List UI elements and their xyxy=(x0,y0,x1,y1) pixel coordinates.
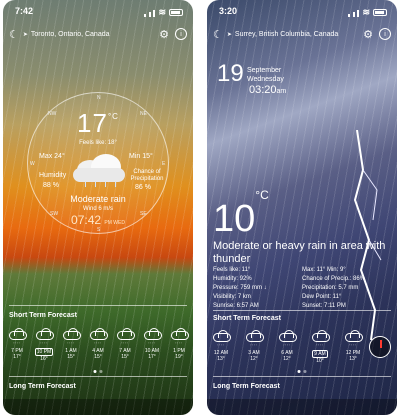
hourly-cell[interactable]: '''' 1 AM 15° xyxy=(61,328,81,362)
clock-display: 03:20am xyxy=(249,84,287,96)
moon-icon[interactable]: ☾ xyxy=(213,28,223,41)
status-icons: ≋ xyxy=(144,6,183,18)
divider xyxy=(213,310,391,311)
battery-icon xyxy=(169,8,183,16)
divider xyxy=(213,376,391,377)
cloud-icon xyxy=(171,328,189,340)
hourly-forecast-row[interactable]: '''' 7 PM 17° '''' 10 PM 16° '''' 1 AM 15° '''… xyxy=(7,328,189,362)
hourly-forecast-row[interactable]: '''' 12 AM 13° '''' 3 AM 12° '''' 6 AM 12° '''… xyxy=(211,330,363,364)
hourly-cell[interactable]: '''' 7 AM 15° xyxy=(115,328,135,362)
settings-icon[interactable]: ⚙ xyxy=(159,28,169,41)
hourly-cell[interactable]: '''' 3 AM 12° xyxy=(244,330,264,364)
hourly-cell[interactable]: '''' 7 PM 17° xyxy=(7,328,27,362)
current-temp: 10°C xyxy=(213,188,269,240)
location-pin-icon: ➤ xyxy=(226,31,232,38)
hourly-cell[interactable]: '''' 6 AM 12° xyxy=(277,330,297,364)
day-number: 19 xyxy=(217,60,244,87)
min-temp: Min 15° xyxy=(129,153,153,160)
top-bar: ☾ ➤ Toronto, Ontario, Canada ⚙ i xyxy=(9,26,187,42)
compass-w: W xyxy=(30,161,35,167)
cloud-icon xyxy=(246,330,264,342)
wind-text: Wind 6 m/s xyxy=(82,206,113,212)
max-temp: Max 24° xyxy=(39,153,65,160)
cloud-icon xyxy=(9,328,27,340)
compass-e: E xyxy=(162,161,166,167)
short-term-title: Short Term Forecast xyxy=(9,312,77,319)
precip-label: Chance of Precipitation xyxy=(130,169,164,182)
cloud-icon xyxy=(36,328,54,340)
battery-icon xyxy=(373,8,387,16)
hourly-cell[interactable]: '''' 12 PM 13° xyxy=(343,330,363,364)
location-pin-icon: ➤ xyxy=(22,31,28,38)
hourly-cell[interactable]: '''' 12 AM 13° xyxy=(211,330,231,364)
humidity-label: Humidity xyxy=(39,172,67,179)
compass-n: N xyxy=(97,95,101,101)
status-time: 7:42 xyxy=(15,6,34,16)
clock-display: 07:42 PM WED xyxy=(71,213,125,227)
cloud-icon xyxy=(279,330,297,342)
cloud-icon xyxy=(117,328,135,340)
condition-text: Moderate rain xyxy=(70,194,126,204)
info-icon[interactable]: i xyxy=(175,28,187,40)
signal-icon xyxy=(144,7,156,17)
cloud-icon xyxy=(144,328,162,340)
phone-screen-surrey: 3:20 ≋ ☾ ➤ Surrey, British Columbia, Can… xyxy=(207,0,397,415)
settings-icon[interactable]: ⚙ xyxy=(363,28,373,41)
compass-s: S xyxy=(97,227,101,233)
info-icon[interactable]: i xyxy=(379,28,391,40)
long-term-strip[interactable] xyxy=(3,399,193,415)
cloud-icon xyxy=(345,330,363,342)
cloud-icon xyxy=(213,330,231,342)
status-bar: 3:20 ≋ xyxy=(219,6,387,18)
current-temp: 17°C xyxy=(77,108,119,138)
rain-cloud-icon xyxy=(71,152,127,188)
status-bar: 7:42 ≋ xyxy=(15,6,183,18)
date-text: September Wednesday xyxy=(247,67,284,83)
page-indicator[interactable] xyxy=(93,370,103,373)
divider xyxy=(9,305,187,306)
feels-like: Feels like: 18° xyxy=(79,140,117,146)
long-term-title: Long Term Forecast xyxy=(9,383,76,390)
status-icons: ≋ xyxy=(348,6,387,18)
location-label[interactable]: Surrey, British Columbia, Canada xyxy=(235,31,363,38)
cloud-icon xyxy=(90,328,108,340)
short-term-title: Short Term Forecast xyxy=(213,315,281,322)
condition-text: Moderate or heavy rain in area with thun… xyxy=(213,240,386,265)
wifi-icon: ≋ xyxy=(362,6,370,17)
top-bar: ☾ ➤ Surrey, British Columbia, Canada ⚙ i xyxy=(213,26,391,42)
signal-icon xyxy=(348,7,360,17)
phone-screen-toronto: 7:42 ≋ ☾ ➤ Toronto, Ontario, Canada ⚙ i … xyxy=(3,0,193,415)
page-indicator[interactable] xyxy=(297,370,307,373)
hourly-cell[interactable]: '''' 10 PM 16° xyxy=(34,328,54,362)
divider xyxy=(9,376,187,377)
hourly-cell[interactable]: '''' 1 PM 19° xyxy=(169,328,189,362)
hourly-cell[interactable]: '''' 4 AM 15° xyxy=(88,328,108,362)
humidity-value: 88 % xyxy=(43,182,59,189)
compass-icon[interactable] xyxy=(369,336,391,358)
status-time: 3:20 xyxy=(219,6,238,16)
cloud-icon xyxy=(312,330,330,342)
cloud-icon xyxy=(63,328,81,340)
weather-stats: Feels like: 11° Max: 11° Min: 9° Humidity… xyxy=(213,267,366,309)
hourly-cell[interactable]: '''' 9 AM 10° xyxy=(310,330,330,364)
moon-icon[interactable]: ☾ xyxy=(9,28,19,41)
wifi-icon: ≋ xyxy=(158,6,166,17)
precip-value: 86 % xyxy=(135,184,151,191)
long-term-title: Long Term Forecast xyxy=(213,383,280,390)
location-label[interactable]: Toronto, Ontario, Canada xyxy=(31,31,159,38)
hourly-cell[interactable]: '''' 10 AM 17° xyxy=(142,328,162,362)
long-term-strip[interactable] xyxy=(207,399,397,415)
